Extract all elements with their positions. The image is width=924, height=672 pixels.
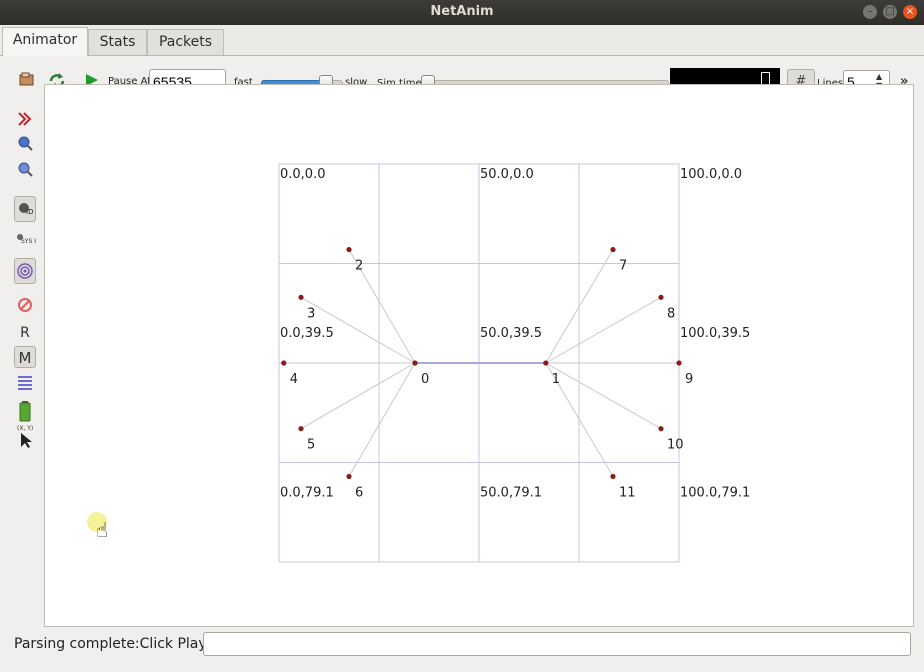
grid-coordinate-label: 50.0,0.0 <box>480 167 534 182</box>
node-label: 2 <box>355 259 363 274</box>
sidebar: ID SYS ID R M (X, Y) <box>10 108 42 468</box>
grid-coordinate-label: 50.0,79.1 <box>480 485 542 500</box>
grid-coordinate-label: 0.0,79.1 <box>280 485 334 500</box>
tab-packets[interactable]: Packets <box>147 29 224 55</box>
coordinate-pointer-icon[interactable]: (X, Y) <box>14 426 36 448</box>
zoom-out-icon[interactable] <box>14 158 36 180</box>
node-label: 8 <box>667 306 675 321</box>
tab-stats[interactable]: Stats <box>88 29 147 55</box>
status-bar: Parsing complete:Click Play <box>0 628 924 658</box>
node-label: 3 <box>307 306 315 321</box>
node-dot <box>658 426 664 432</box>
status-message: Parsing complete:Click Play <box>14 636 207 652</box>
animation-canvas[interactable]: 0.0,0.0 50.0,0.0 100.0,0.0 0.0,39.5 50.0,39.… <box>44 84 914 627</box>
grid-coordinate-label: 100.0,79.1 <box>680 485 750 500</box>
status-field <box>203 632 911 656</box>
link-line <box>545 362 662 430</box>
minimize-icon[interactable]: – <box>863 5 877 19</box>
node-dot <box>610 246 616 253</box>
link-line <box>545 296 662 364</box>
node-dot <box>543 360 549 366</box>
node-dot <box>676 360 682 366</box>
node-dot <box>298 426 304 432</box>
hand-cursor-icon: ☝ <box>96 518 109 542</box>
block-icon[interactable] <box>14 294 36 316</box>
node-label: 5 <box>307 438 315 453</box>
node-dot <box>281 360 287 366</box>
link-line <box>300 362 416 430</box>
grid-coordinate-label: 0.0,39.5 <box>280 326 334 341</box>
packet-lines-icon[interactable] <box>14 372 36 394</box>
node-id-icon[interactable]: ID <box>14 196 36 222</box>
maximize-icon[interactable]: □ <box>883 5 897 19</box>
tab-animator[interactable]: Animator <box>2 27 88 56</box>
node-dot <box>658 294 664 300</box>
node-label: 0 <box>421 372 429 387</box>
svg-text:ID: ID <box>26 208 33 216</box>
grid-coordinate-label: 100.0,0.0 <box>680 167 742 182</box>
title-bar: NetAnim – □ × <box>0 0 924 25</box>
node-label: 10 <box>667 438 684 453</box>
node-label: 1 <box>552 372 560 387</box>
battery-icon[interactable] <box>14 400 36 422</box>
node-dot <box>346 246 352 253</box>
mobility-m-button[interactable]: M <box>14 346 36 368</box>
grid-coordinate-label: 100.0,39.5 <box>680 326 750 341</box>
fast-forward-icon[interactable] <box>14 108 36 130</box>
zoom-in-icon[interactable] <box>14 132 36 154</box>
open-file-icon[interactable] <box>18 72 36 88</box>
grid-coordinate-label: 0.0,0.0 <box>280 167 325 182</box>
close-icon[interactable]: × <box>903 5 917 19</box>
window-title: NetAnim <box>430 4 494 19</box>
node-label: 6 <box>355 485 363 500</box>
node-dot <box>610 473 616 480</box>
node-label: 9 <box>685 372 693 387</box>
network-topology: 0.0,0.0 50.0,0.0 100.0,0.0 0.0,39.5 50.0,39.… <box>278 163 750 563</box>
node-label: 7 <box>619 259 627 274</box>
node-sysid-icon[interactable]: SYS ID <box>14 228 41 250</box>
node-label: 4 <box>290 372 298 387</box>
wireless-circles-icon[interactable] <box>14 258 36 284</box>
routing-r-button[interactable]: R <box>14 322 36 344</box>
grid-coordinate-label: 50.0,39.5 <box>480 326 542 341</box>
link-line <box>348 362 416 477</box>
coordinate-label: (X, Y) <box>17 425 34 432</box>
node-dot <box>346 473 352 480</box>
node-dot <box>298 294 304 300</box>
tab-bar: Animator Stats Packets <box>0 25 924 56</box>
node-dot <box>412 360 418 366</box>
node-label: 11 <box>619 485 636 500</box>
svg-text:SYS ID: SYS ID <box>21 238 36 245</box>
